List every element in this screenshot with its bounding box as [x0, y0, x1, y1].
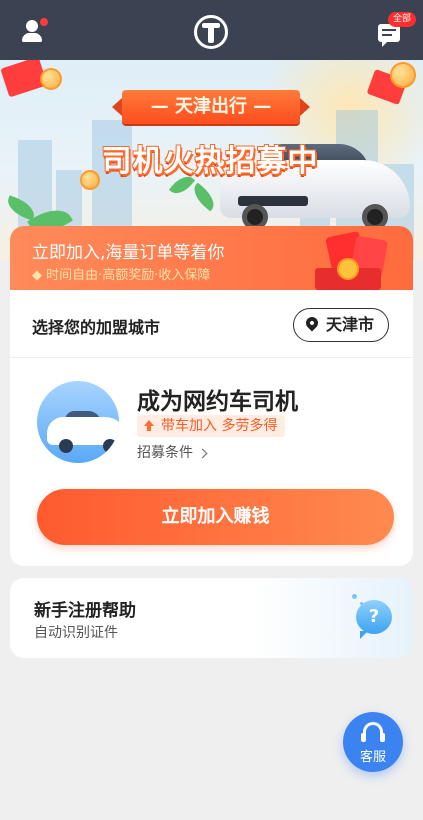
promo-title: 立即加入,海量订单等着你 — [32, 243, 225, 263]
arrow-up-icon — [144, 420, 154, 431]
question-bubble-icon: ? — [356, 600, 392, 639]
customer-service-button[interactable]: 客服 — [343, 712, 403, 772]
driver-tag-label: 带车加入 多劳多得 — [161, 418, 278, 434]
signup-help-card[interactable]: 新手注册帮助 自动识别证件 ? — [10, 578, 413, 658]
chevron-right-icon — [197, 448, 208, 459]
join-now-button[interactable]: 立即加入赚钱 — [37, 489, 394, 545]
city-select-label: 选择您的加盟城市 — [32, 318, 161, 337]
headset-icon — [361, 722, 385, 742]
city-select-button[interactable]: 天津市 — [292, 308, 389, 342]
leaf-decoration — [188, 182, 220, 212]
driver-role-title: 成为网约车司机 — [137, 389, 298, 415]
city-select-row: 选择您的加盟城市 天津市 — [10, 290, 413, 358]
customer-service-label: 客服 — [359, 750, 386, 765]
help-subtitle: 自动识别证件 — [34, 625, 118, 641]
top-header: 全部 — [0, 0, 423, 60]
promo-subtitle: ◆ 时间自由·高额奖励·收入保障 — [32, 268, 211, 283]
notification-dot — [40, 18, 48, 26]
car-avatar-icon — [37, 381, 119, 463]
coin-icon — [40, 68, 62, 90]
coin-icon — [390, 62, 416, 88]
city-ribbon: — 天津出行 — — [112, 90, 310, 124]
user-icon[interactable] — [22, 18, 48, 44]
selected-city: 天津市 — [325, 315, 374, 334]
recruit-conditions-link[interactable]: 招募条件 — [137, 442, 208, 462]
driver-benefit-tag: 带车加入 多劳多得 — [137, 415, 286, 437]
message-badge: 全部 — [388, 12, 417, 27]
banner-headline: 司机火热招募中 — [101, 144, 319, 179]
gift-box-icon — [309, 230, 395, 290]
promo-strip: 立即加入,海量订单等着你 ◆ 时间自由·高额奖励·收入保障 — [10, 226, 413, 290]
conditions-label: 招募条件 — [137, 445, 193, 461]
app-logo-icon — [194, 15, 228, 49]
location-pin-icon — [303, 314, 321, 332]
help-title: 新手注册帮助 — [34, 601, 136, 621]
driver-join-card: 立即加入,海量订单等着你 ◆ 时间自由·高额奖励·收入保障 选择您的加盟城市 天… — [10, 226, 413, 566]
